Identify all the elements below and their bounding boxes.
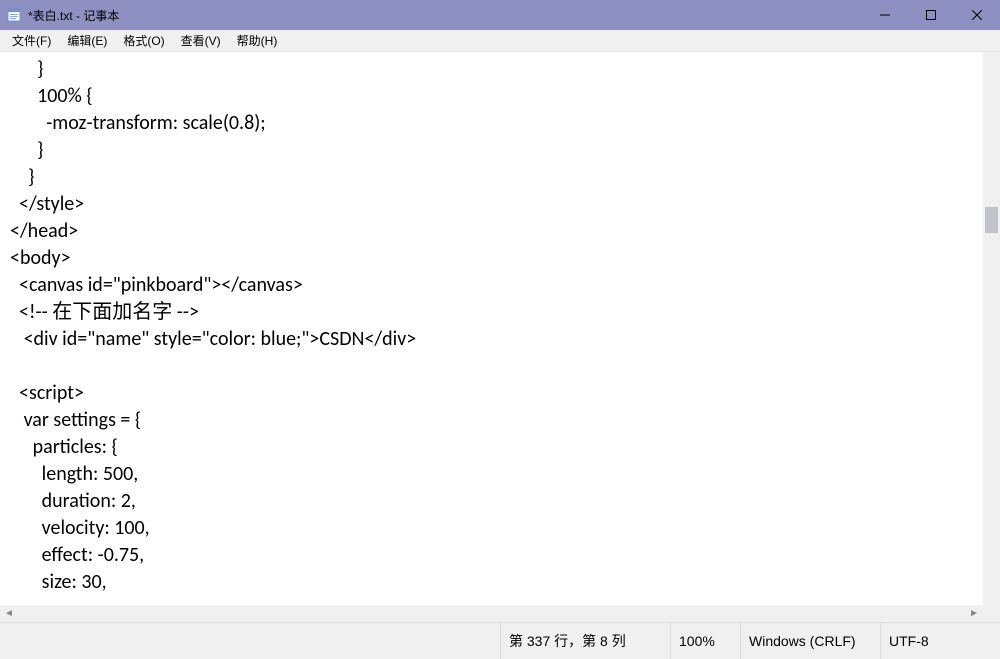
menu-edit[interactable]: 编辑(E)	[59, 30, 115, 51]
menubar: 文件(F) 编辑(E) 格式(O) 查看(V) 帮助(H)	[0, 30, 1000, 52]
status-encoding: UTF-8	[880, 623, 1000, 659]
app-icon	[6, 7, 22, 23]
scroll-left-icon[interactable]: ◄	[4, 608, 14, 619]
minimize-icon	[880, 10, 890, 20]
menu-help[interactable]: 帮助(H)	[229, 30, 286, 51]
status-filler	[0, 623, 500, 659]
window-title: *表白.txt - 记事本	[28, 7, 119, 24]
menu-view[interactable]: 查看(V)	[173, 30, 229, 51]
minimize-button[interactable]	[862, 0, 908, 30]
vertical-scrollbar[interactable]	[983, 52, 1000, 605]
editor-area: } 100% { -moz-transform: scale(0.8); } }…	[0, 52, 1000, 622]
close-icon	[972, 10, 982, 20]
status-zoom: 100%	[670, 623, 740, 659]
scroll-corner	[983, 605, 1000, 622]
menu-file[interactable]: 文件(F)	[4, 30, 59, 51]
horizontal-scrollbar[interactable]: ◄ ►	[0, 605, 983, 622]
titlebar[interactable]: *表白.txt - 记事本	[0, 0, 1000, 30]
statusbar: 第 337 行，第 8 列 100% Windows (CRLF) UTF-8	[0, 622, 1000, 659]
menu-format[interactable]: 格式(O)	[115, 30, 172, 51]
status-position: 第 337 行，第 8 列	[500, 623, 670, 659]
text-editor[interactable]: } 100% { -moz-transform: scale(0.8); } }…	[0, 52, 983, 605]
scroll-right-icon[interactable]: ►	[969, 608, 979, 619]
close-button[interactable]	[954, 0, 1000, 30]
maximize-button[interactable]	[908, 0, 954, 30]
maximize-icon	[926, 10, 936, 20]
vertical-scroll-thumb[interactable]	[985, 207, 998, 233]
status-eol: Windows (CRLF)	[740, 623, 880, 659]
